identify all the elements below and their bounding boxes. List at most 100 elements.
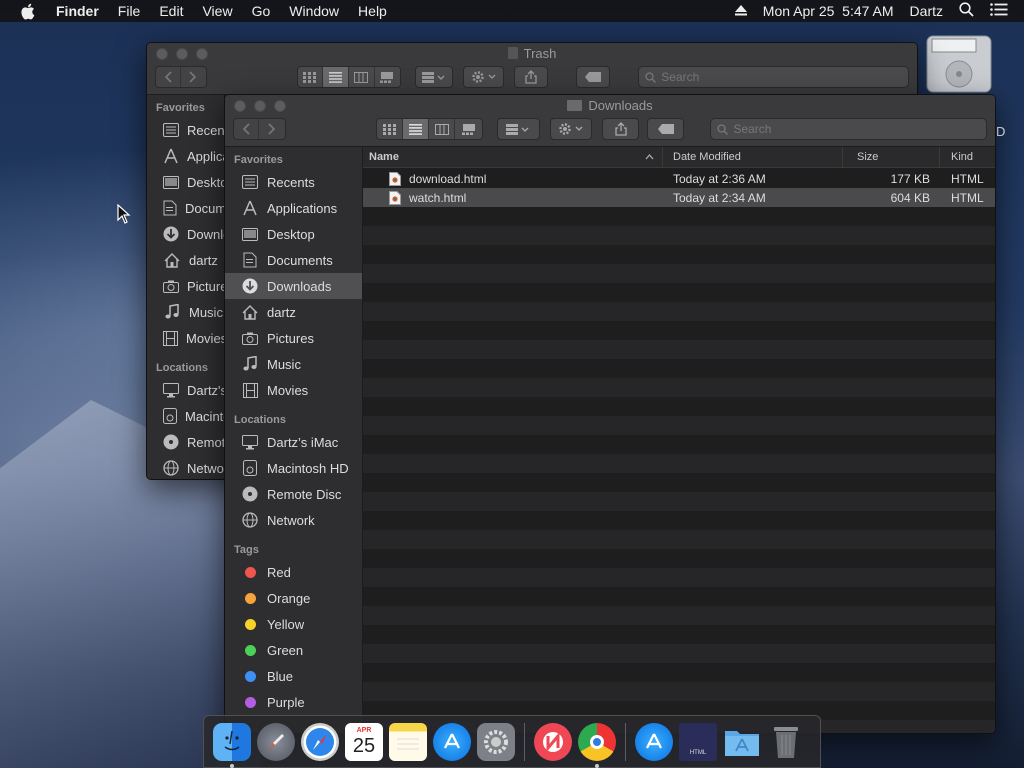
- notification-center-icon[interactable]: [990, 3, 1008, 19]
- dock-trash-icon[interactable]: [767, 723, 805, 761]
- sidebar-item-desktop[interactable]: Desktop: [147, 169, 224, 195]
- column-view-button[interactable]: [348, 67, 375, 87]
- menubar-user[interactable]: Dartz: [910, 3, 943, 19]
- folder-icon: [567, 100, 583, 111]
- dock: APR 25 HTML: [203, 715, 821, 768]
- menu-edit[interactable]: Edit: [159, 3, 183, 19]
- action-menu-button[interactable]: [549, 118, 593, 140]
- column-header-date-modified[interactable]: Date Modified: [663, 146, 843, 168]
- search-input[interactable]: [733, 122, 934, 136]
- column-header-name[interactable]: Name: [363, 146, 663, 168]
- sidebar-item-imac[interactable]: Dartz's iMac: [147, 377, 224, 403]
- sidebar-item-imac[interactable]: Dartz’s iMac: [225, 429, 362, 455]
- sidebar-tag-orange[interactable]: Orange: [225, 585, 362, 611]
- apple-menu-icon[interactable]: [20, 3, 38, 20]
- sidebar-item-movies[interactable]: Movies: [147, 325, 224, 351]
- eject-icon[interactable]: [734, 3, 747, 19]
- icon-view-button[interactable]: [376, 119, 403, 139]
- sidebar-item-applications[interactable]: Applications: [225, 195, 362, 221]
- sidebar-item-home[interactable]: dartz: [147, 247, 224, 273]
- dock-notes-icon[interactable]: [389, 722, 427, 761]
- sidebar-item-documents[interactable]: Documents: [147, 195, 224, 221]
- sidebar-tag-yellow[interactable]: Yellow: [225, 611, 362, 637]
- menu-view[interactable]: View: [202, 3, 232, 19]
- action-menu-button[interactable]: [463, 66, 504, 88]
- search-input[interactable]: [661, 70, 862, 84]
- trash-titlebar[interactable]: Trash: [147, 43, 917, 95]
- sidebar-item-recents[interactable]: Recents: [147, 117, 224, 143]
- menu-go[interactable]: Go: [252, 3, 271, 19]
- sidebar-item-network[interactable]: Network: [225, 507, 362, 533]
- file-date: Today at 2:36 AM: [673, 171, 766, 186]
- forward-button[interactable]: [259, 119, 285, 139]
- table-row[interactable]: download.html Today at 2:36 AM 177 KB HT…: [363, 169, 995, 188]
- sidebar-item-downloads[interactable]: Downloads: [147, 221, 224, 247]
- dock-app-store-download-icon[interactable]: [635, 722, 673, 761]
- menu-file[interactable]: File: [118, 3, 141, 19]
- sidebar-item-network[interactable]: Network: [147, 455, 224, 479]
- sidebar-item-desktop[interactable]: Desktop: [225, 221, 362, 247]
- list-view-button[interactable]: [402, 119, 430, 139]
- sidebar-item-movies[interactable]: Movies: [225, 377, 362, 403]
- dock-launchpad-icon[interactable]: [257, 722, 295, 761]
- search-field[interactable]: [710, 118, 987, 140]
- html-file-icon: [389, 171, 401, 186]
- sidebar-item-music[interactable]: Music: [225, 351, 362, 377]
- column-header-kind[interactable]: Kind: [940, 147, 995, 168]
- icon-view-button[interactable]: [297, 67, 324, 87]
- column-header-size[interactable]: Size: [843, 146, 940, 168]
- gallery-view-button[interactable]: [374, 67, 401, 87]
- dock-downloads-folder-icon[interactable]: [723, 723, 761, 761]
- back-button[interactable]: [156, 67, 181, 87]
- dock-news-icon[interactable]: [534, 722, 572, 761]
- sidebar-item-downloads[interactable]: Downloads: [225, 273, 362, 299]
- share-button[interactable]: [513, 66, 548, 88]
- forward-button[interactable]: [180, 67, 206, 87]
- list-view-button[interactable]: [323, 67, 349, 87]
- dock-finder-icon[interactable]: [213, 722, 251, 768]
- film-icon: [163, 329, 178, 347]
- dock-safari-icon[interactable]: [301, 722, 339, 761]
- menu-help[interactable]: Help: [358, 3, 387, 19]
- sidebar-tag-green[interactable]: Green: [225, 637, 362, 663]
- share-button[interactable]: [602, 118, 640, 140]
- sidebar-item-macintosh-hd[interactable]: Macintosh HD: [225, 455, 362, 481]
- dock-system-preferences-icon[interactable]: [477, 722, 515, 761]
- sidebar-item-macintosh-hd[interactable]: Macintosh HD: [147, 403, 224, 429]
- menu-window[interactable]: Window: [289, 3, 339, 19]
- desktop-hard-drive-icon[interactable]: [924, 34, 994, 94]
- search-field[interactable]: [638, 66, 909, 88]
- dock-html-document-icon[interactable]: HTML: [679, 722, 717, 761]
- gallery-view-button[interactable]: [455, 119, 482, 139]
- sidebar-item-pictures[interactable]: Pictures: [225, 325, 362, 351]
- downloads-window[interactable]: Downloads Search Favorites Recents Appli…: [224, 94, 996, 734]
- menu-app-finder[interactable]: Finder: [56, 3, 99, 19]
- camera-icon: [241, 329, 259, 347]
- table-row[interactable]: watch.html Today at 2:34 AM 604 KB HTML: [363, 188, 995, 207]
- edit-tags-button[interactable]: [647, 118, 685, 140]
- dock-calendar-icon[interactable]: APR 25: [345, 722, 383, 761]
- sidebar-item-home[interactable]: dartz: [225, 299, 362, 325]
- menubar-clock[interactable]: Mon Apr 25 5:47 AM: [763, 3, 894, 19]
- sidebar-item-applications[interactable]: Applications: [147, 143, 224, 169]
- downloads-titlebar[interactable]: Downloads: [225, 95, 995, 147]
- back-button[interactable]: [234, 119, 260, 139]
- sidebar-item-recents[interactable]: Recents: [225, 169, 362, 195]
- edit-tags-button[interactable]: [575, 66, 611, 88]
- group-by-button[interactable]: [496, 118, 540, 140]
- dock-chrome-icon[interactable]: [578, 722, 616, 768]
- sidebar-item-documents[interactable]: Documents: [225, 247, 362, 273]
- sidebar-item-pictures[interactable]: Pictures: [147, 273, 224, 299]
- spotlight-search-icon[interactable]: [959, 2, 974, 20]
- column-view-button[interactable]: [429, 119, 456, 139]
- sidebar-tag-red[interactable]: Red: [225, 559, 362, 585]
- documents-icon: [163, 199, 177, 217]
- sidebar-tag-purple[interactable]: Purple: [225, 689, 362, 715]
- dock-app-store-icon[interactable]: [433, 722, 471, 761]
- sidebar-tag-blue[interactable]: Blue: [225, 663, 362, 689]
- sidebar-item-remote-disc[interactable]: Remote Disc: [225, 481, 362, 507]
- group-by-button[interactable]: [415, 66, 454, 88]
- sidebar-item-remote-disc[interactable]: Remote Disc: [147, 429, 224, 455]
- sidebar-item-music[interactable]: Music: [147, 299, 224, 325]
- file-list: Name Date Modified Size Kind download.ht…: [363, 146, 995, 733]
